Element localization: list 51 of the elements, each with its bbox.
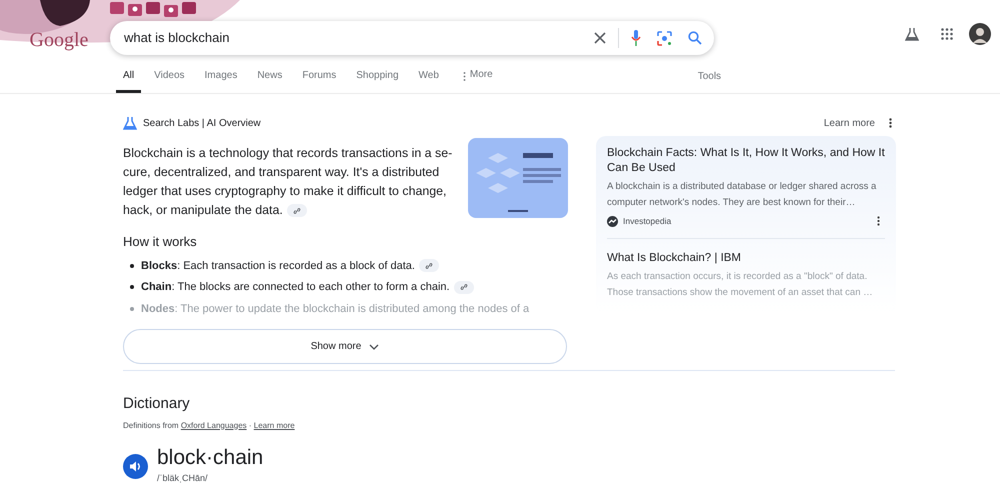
flask-icon	[123, 116, 137, 130]
bullet-text: Chain: The blocks are connected to each other to form a chain.	[141, 280, 450, 295]
bullet-icon	[130, 285, 134, 290]
separator: ·	[248, 420, 252, 430]
camera-icon[interactable]	[657, 30, 672, 46]
tab[interactable]: All	[116, 68, 142, 93]
more-options-icon[interactable]	[889, 118, 892, 128]
source-link[interactable]: Oxford Languages	[180, 420, 247, 430]
pronunciation: /ˈbläkˌCHān/	[157, 472, 209, 485]
tab[interactable]: News	[250, 68, 290, 93]
apps-icon[interactable]	[941, 28, 953, 40]
link-icon[interactable]	[418, 259, 439, 272]
tab[interactable]: Videos	[147, 68, 192, 93]
flask-icon[interactable]	[905, 27, 919, 41]
chevron-down-icon	[369, 344, 380, 350]
dictionary-word: block·chain	[157, 446, 264, 470]
learn-more-link[interactable]: Learn more	[254, 420, 295, 430]
source-label: Definitions from	[123, 420, 179, 430]
link-icon[interactable]	[286, 204, 307, 218]
section-title: Search Labs | AI Overview	[143, 116, 261, 130]
tab[interactable]: More	[456, 68, 500, 93]
microphone-icon[interactable]	[631, 30, 641, 46]
show-more-button[interactable]: Show more	[123, 329, 567, 364]
link-icon[interactable]	[454, 280, 474, 294]
speaker-icon[interactable]	[123, 454, 148, 478]
more-options-icon[interactable]	[877, 216, 880, 226]
tools-button[interactable]: Tools	[698, 69, 722, 93]
bullet-icon	[130, 264, 134, 268]
bullet-text: Nodes: The power to update the blockchain is distributed among the nodes of a	[141, 302, 530, 316]
tab[interactable]: Forums	[295, 68, 344, 93]
logo[interactable]: Google	[30, 25, 88, 55]
close-icon[interactable]	[594, 32, 606, 44]
learn-more-link[interactable]: Learn more	[824, 116, 875, 130]
section-heading: How it works	[123, 233, 198, 251]
site-name: Investopedia	[623, 215, 672, 228]
bullet-icon	[130, 306, 134, 311]
avatar-icon[interactable]	[969, 23, 991, 45]
tab[interactable]: Web	[412, 68, 446, 93]
site-logo-icon	[607, 216, 618, 227]
source-snippet: As each transaction occurs, it is recorded as a "block" of data. Those transactions show the movement of an asset that can …	[607, 270, 874, 300]
source-title[interactable]: Blockchain Facts: What Is It, How It Works, and How It Can Be Used	[607, 146, 885, 176]
source-title[interactable]: What Is Blockchain? | IBM	[607, 250, 885, 266]
section-title: Dictionary	[123, 394, 191, 414]
tab[interactable]: Images	[198, 68, 244, 93]
search-icon[interactable]	[688, 31, 702, 45]
summary-paragraph: Blockchain is a technology that records transactions in a se-cure, decentralized, and transparent way. It's a distributed ledger that uses cryptography to make it difficult to change, hack, or manipulate the data.	[123, 145, 454, 220]
more-options-icon	[462, 72, 466, 81]
source-snippet: A blockchain is a distributed database or ledger shared across a computer network's nodes. They are best known for their…	[607, 180, 878, 210]
bullet-text: Blocks: Each transaction is recorded as a block of data.	[141, 258, 415, 274]
tab[interactable]: Shopping	[349, 68, 406, 93]
search-field[interactable]: what is blockchain	[110, 21, 714, 55]
